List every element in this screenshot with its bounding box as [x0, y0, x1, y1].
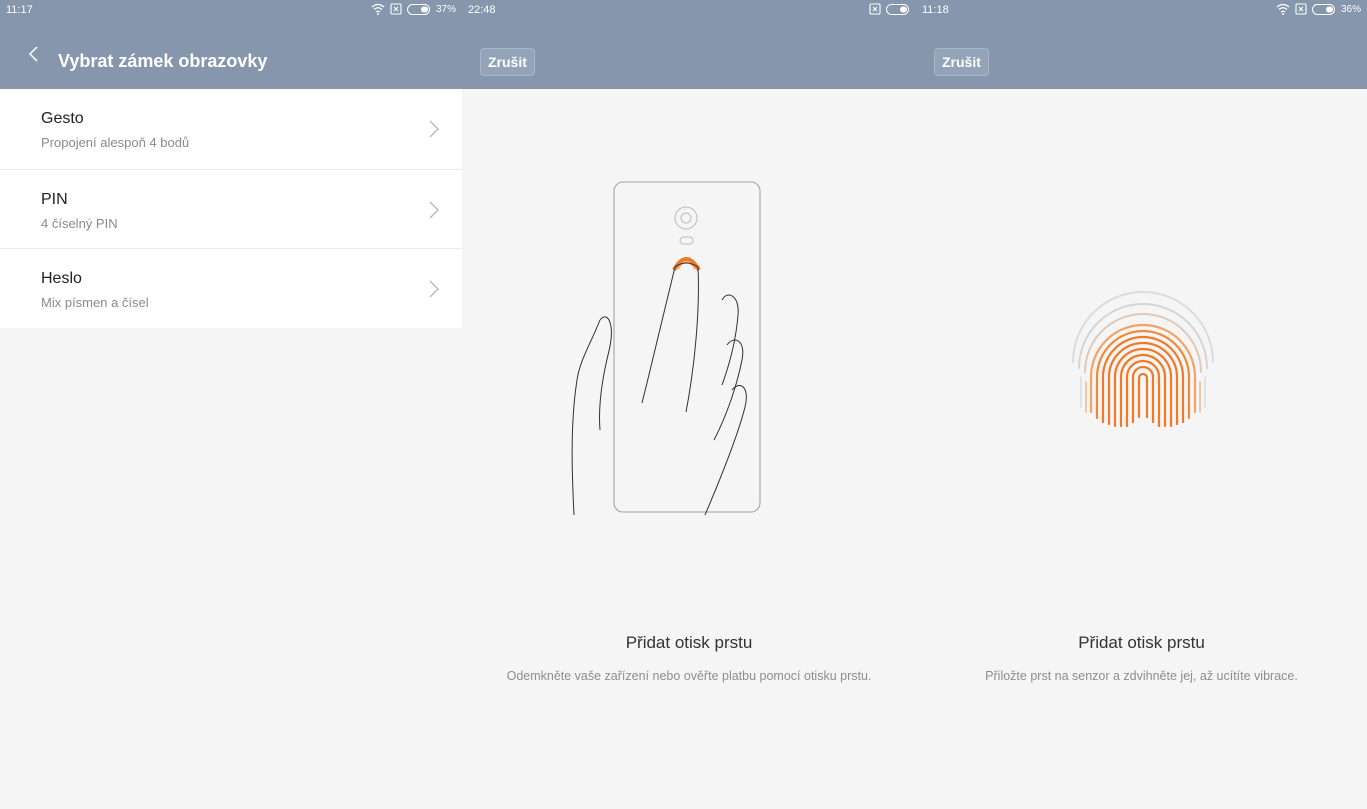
- battery-percent: 36%: [1340, 3, 1361, 15]
- description: Přiložte prst na senzor a zdvihněte jej,…: [985, 669, 1298, 683]
- app-bar: Zrušit: [916, 20, 1367, 89]
- no-sim-icon: [390, 3, 402, 15]
- status-icons: 36%: [1276, 3, 1361, 15]
- page-title: Vybrat zámek obrazovky: [58, 51, 268, 71]
- no-sim-icon: [1295, 3, 1307, 15]
- lock-options-list: Gesto Propojení alespoň 4 bodů PIN 4 čís…: [0, 89, 462, 328]
- wifi-icon: [1276, 3, 1290, 15]
- fingerprint-intro-panel: 22:48 Zrušit Přidat otisk prstu Odemknět…: [462, 0, 916, 809]
- chevron-right-icon: [429, 280, 439, 298]
- option-subtitle: 4 číselný PIN: [41, 215, 118, 231]
- chevron-right-icon: [429, 201, 439, 218]
- battery-icon: [1311, 3, 1335, 15]
- option-title: Gesto: [41, 110, 84, 127]
- status-bar: 22:48: [462, 0, 916, 20]
- option-title: Heslo: [41, 270, 82, 287]
- no-sim-icon: [869, 3, 881, 15]
- app-bar: Vybrat zámek obrazovky: [0, 20, 462, 89]
- back-arrow-icon[interactable]: [22, 42, 46, 66]
- lock-option-gesture[interactable]: Gesto Propojení alespoň 4 bodů: [0, 89, 462, 169]
- status-time: 22:48: [468, 4, 496, 16]
- lock-screen-panel: 11:17 37% Vybrat zámek obrazovky Gesto P…: [0, 0, 462, 809]
- option-subtitle: Propojení alespoň 4 bodů: [41, 135, 190, 150]
- cancel-button[interactable]: Zrušit: [480, 48, 535, 76]
- fingerprint-scan-panel: 11:18 36% Zrušit Přidat otisk prstu Přil…: [916, 0, 1367, 809]
- battery-icon: [406, 3, 430, 15]
- cancel-button[interactable]: Zrušit: [934, 48, 989, 76]
- lock-option-pin[interactable]: PIN 4 číselný PIN: [0, 168, 462, 249]
- status-icons: [869, 3, 910, 15]
- headline: Přidat otisk prstu: [1078, 633, 1205, 652]
- description: Odemkněte vaše zařízení nebo ověřte plat…: [506, 669, 872, 683]
- wifi-icon: [371, 3, 385, 15]
- option-title: PIN: [41, 190, 68, 208]
- status-icons: 37%: [371, 3, 456, 15]
- hand-phone-illustration: [571, 181, 761, 516]
- battery-percent: 37%: [435, 3, 456, 15]
- status-time: 11:17: [6, 4, 33, 16]
- status-bar: 11:18 36%: [916, 0, 1367, 20]
- app-bar: Zrušit: [462, 20, 916, 89]
- lock-option-password[interactable]: Heslo Mix písmen a čísel: [0, 248, 462, 328]
- status-bar: 11:17 37%: [0, 0, 462, 20]
- headline: Přidat otisk prstu: [625, 633, 753, 652]
- option-subtitle: Mix písmen a čísel: [41, 295, 149, 310]
- battery-icon: [886, 3, 909, 15]
- fingerprint-illustration: [1072, 291, 1214, 428]
- chevron-right-icon: [429, 120, 439, 138]
- status-time: 11:18: [922, 4, 949, 16]
